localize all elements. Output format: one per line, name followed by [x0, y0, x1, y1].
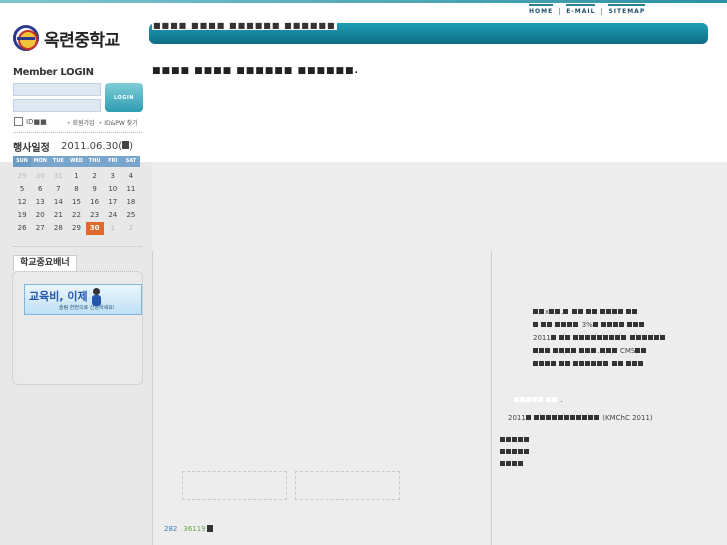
calendar-day[interactable]: 31 [49, 170, 67, 183]
calendar-day[interactable]: 3 [104, 170, 122, 183]
join-link[interactable]: 회원가입 [67, 118, 95, 127]
calendar-day[interactable]: 17 [104, 196, 122, 209]
calendar-day[interactable]: 1 [104, 222, 122, 235]
calendar-day[interactable]: 21 [49, 209, 67, 222]
calendar-day[interactable]: 2 [122, 222, 140, 235]
weekday-glyph [122, 141, 130, 149]
school-emblem-icon [13, 25, 39, 51]
calendar-day[interactable]: 30 [31, 170, 49, 183]
sitemap-link[interactable]: SITEMAP [601, 3, 651, 15]
login-links: 회원가입 ID&PW 찾기 [67, 118, 138, 127]
calendar-day[interactable]: 29 [67, 222, 85, 235]
find-account-link[interactable]: ID&PW 찾기 [99, 118, 138, 127]
calendar-day[interactable]: 27 [31, 222, 49, 235]
column-divider [491, 251, 492, 545]
id-input[interactable] [13, 83, 101, 96]
login-button[interactable]: LOGIN [105, 83, 143, 112]
calendar-weekday: SAT [125, 158, 137, 164]
empty-panel [295, 471, 400, 500]
calendar-day[interactable]: 10 [104, 183, 122, 196]
calendar-title: 행사일정 [13, 143, 50, 154]
calendar-weekday-header: SUN MON TUE WED THU FRI SAT [13, 156, 140, 167]
calendar-day[interactable]: 13 [31, 196, 49, 209]
header-bar-text: ■■■■ ■■■■ ■■■■■■ ■■■■■■ [152, 21, 337, 30]
calendar-day[interactable]: 18 [122, 196, 140, 209]
calendar-day[interactable]: 15 [67, 196, 85, 209]
column-divider [152, 251, 153, 545]
calendar-day[interactable]: 24 [104, 209, 122, 222]
notice-cms: CMS [619, 347, 636, 355]
school-banner-tab: 학교중요배너 [13, 255, 77, 271]
calendar-day[interactable]: 8 [67, 183, 85, 196]
visitor-total: 36119 [183, 525, 206, 533]
home-link[interactable]: HOME [523, 3, 559, 15]
calendar-day[interactable]: 25 [122, 209, 140, 222]
counter-glyph [206, 525, 213, 532]
header-bar: ■■■■ ■■■■ ■■■■■■ ■■■■■■ [149, 21, 708, 44]
notice-text: x. 3% 2011 . CMS [533, 306, 666, 371]
notice-kmchc: (KMChC 2011) [602, 414, 653, 422]
school-name: 옥련중학교 [44, 30, 120, 51]
calendar-grid: 29 30 31 1 2 3 4 5 6 7 8 9 10 11 12 13 14 15 16 17 18 19 20 21 2… [13, 170, 140, 235]
email-link[interactable]: E-MAIL [559, 3, 601, 15]
calendar-day[interactable]: 9 [86, 183, 104, 196]
calendar-day-today[interactable]: 30 [85, 222, 104, 235]
calendar-day[interactable]: 22 [67, 209, 85, 222]
notice-year: 2011 [533, 334, 551, 342]
password-input[interactable] [13, 99, 101, 112]
calendar-date: 2011.06.30() [61, 141, 134, 152]
calendar-day[interactable]: 11 [122, 183, 140, 196]
page-title: ■■■■ ■■■■ ■■■■■■ ■■■■■■. [152, 66, 359, 76]
remember-id[interactable]: ID■■ [14, 117, 47, 126]
remember-label: ID■■ [26, 117, 47, 126]
visitor-counter: 282 36119 [164, 525, 213, 533]
calendar-day[interactable]: 23 [86, 209, 104, 222]
tuition-banner[interactable]: 교육비, 이제 슬림 한번으로 신청하세요! [24, 284, 142, 315]
calendar-weekday: FRI [108, 158, 118, 164]
calendar-weekday: TUE [52, 158, 64, 164]
calendar-weekday: MON [33, 158, 47, 164]
calendar-day[interactable]: 20 [31, 209, 49, 222]
visitor-today: 282 [164, 525, 178, 533]
tuition-banner-headline: 교육비, 이제 [29, 290, 88, 303]
divider [13, 132, 142, 133]
calendar-day[interactable]: 4 [122, 170, 140, 183]
tuition-banner-subtext: 슬림 한번으로 신청하세요! [59, 305, 115, 311]
calendar-day[interactable]: 28 [49, 222, 67, 235]
calendar-day[interactable]: 14 [49, 196, 67, 209]
empty-panel [182, 471, 287, 500]
school-logo[interactable]: 옥련중학교 [13, 25, 120, 51]
calendar-day[interactable]: 6 [31, 183, 49, 196]
notice-source: 2011 (KMChC 2011) [508, 412, 653, 425]
top-navigation: HOME E-MAIL SITEMAP [523, 3, 651, 16]
remember-checkbox[interactable] [14, 117, 23, 126]
divider [13, 246, 142, 247]
calendar-day[interactable]: 16 [86, 196, 104, 209]
calendar-day[interactable]: 1 [67, 170, 85, 183]
notice-list [500, 434, 530, 470]
calendar-weekday: THU [88, 158, 101, 164]
calendar-day[interactable]: 5 [13, 183, 31, 196]
calendar-day[interactable]: 12 [13, 196, 31, 209]
calendar-day[interactable]: 7 [49, 183, 67, 196]
notice-percent: 3% [581, 321, 593, 329]
calendar-day[interactable]: 19 [13, 209, 31, 222]
calendar-day[interactable]: 26 [13, 222, 31, 235]
calendar-date-text: 2011.06.30( [61, 141, 123, 152]
calendar-day[interactable]: 29 [13, 170, 31, 183]
calendar-weekday: WED [69, 158, 84, 164]
calendar-day[interactable]: 2 [86, 170, 104, 183]
login-title: Member LOGIN [13, 67, 94, 78]
notice-year2: 2011 [508, 414, 526, 422]
notice-heading: . [514, 394, 563, 407]
calendar-weekday: SUN [13, 156, 32, 167]
